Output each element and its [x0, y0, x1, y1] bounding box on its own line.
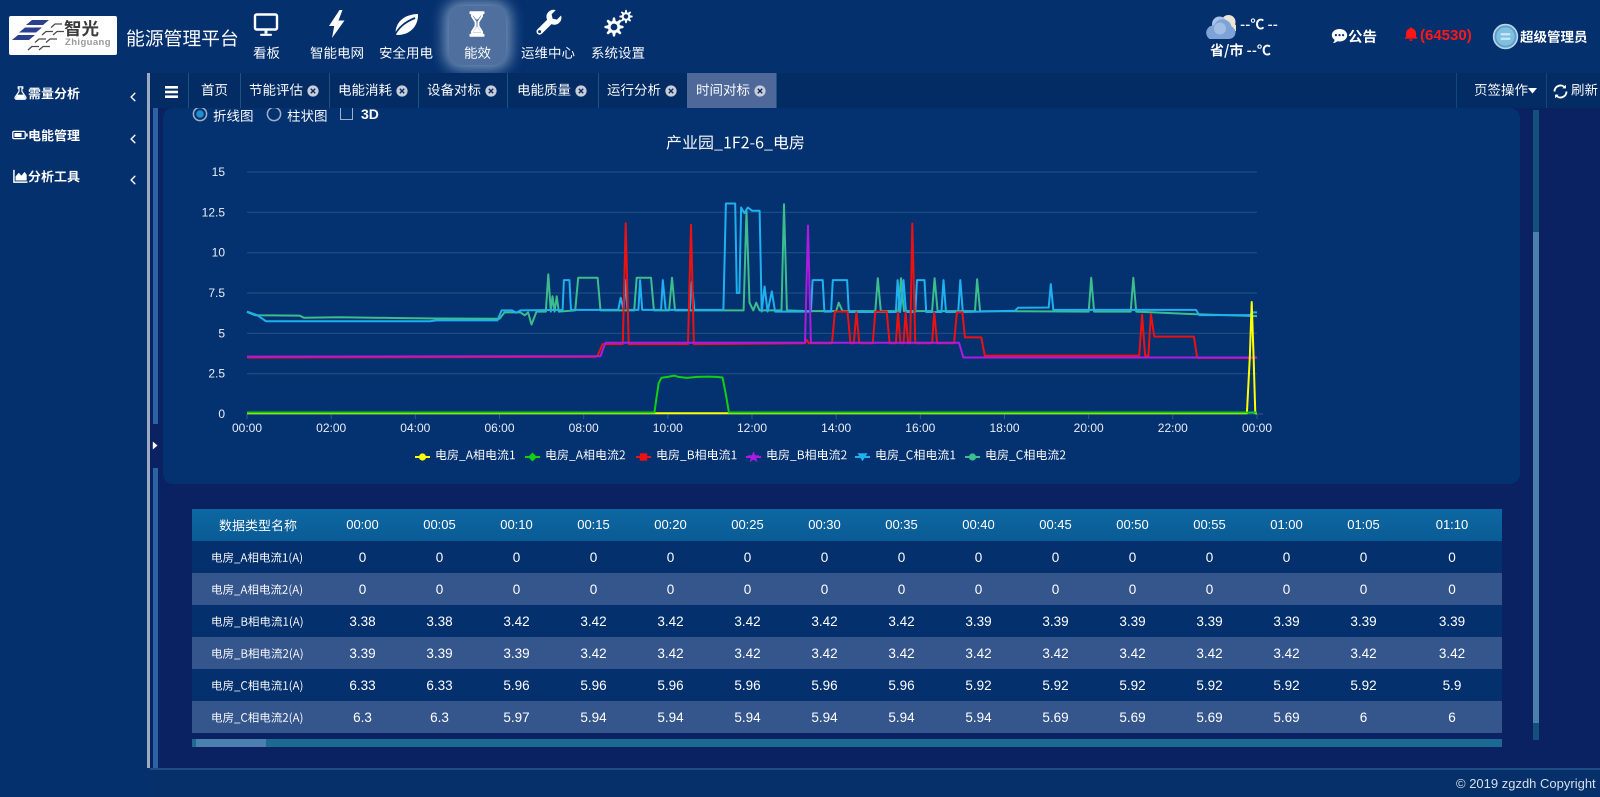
- svg-text:16:00: 16:00: [905, 421, 935, 435]
- svg-text:2.5: 2.5: [208, 367, 225, 381]
- svg-text:14:00: 14:00: [821, 421, 851, 435]
- svg-text:20:00: 20:00: [1074, 421, 1104, 435]
- svg-text:10:00: 10:00: [653, 421, 683, 435]
- svg-text:12:00: 12:00: [737, 421, 767, 435]
- svg-text:10: 10: [212, 246, 226, 260]
- svg-text:00:00: 00:00: [232, 421, 262, 435]
- svg-text:12.5: 12.5: [202, 205, 226, 219]
- svg-text:04:00: 04:00: [400, 421, 430, 435]
- svg-text:18:00: 18:00: [989, 421, 1019, 435]
- svg-text:15: 15: [212, 165, 226, 179]
- svg-text:22:00: 22:00: [1158, 421, 1188, 435]
- svg-text:06:00: 06:00: [484, 421, 514, 435]
- svg-text:5: 5: [218, 326, 225, 340]
- svg-text:00:00: 00:00: [1242, 421, 1272, 435]
- svg-text:02:00: 02:00: [316, 421, 346, 435]
- svg-text:08:00: 08:00: [569, 421, 599, 435]
- svg-text:0: 0: [218, 407, 225, 421]
- svg-text:7.5: 7.5: [208, 286, 225, 300]
